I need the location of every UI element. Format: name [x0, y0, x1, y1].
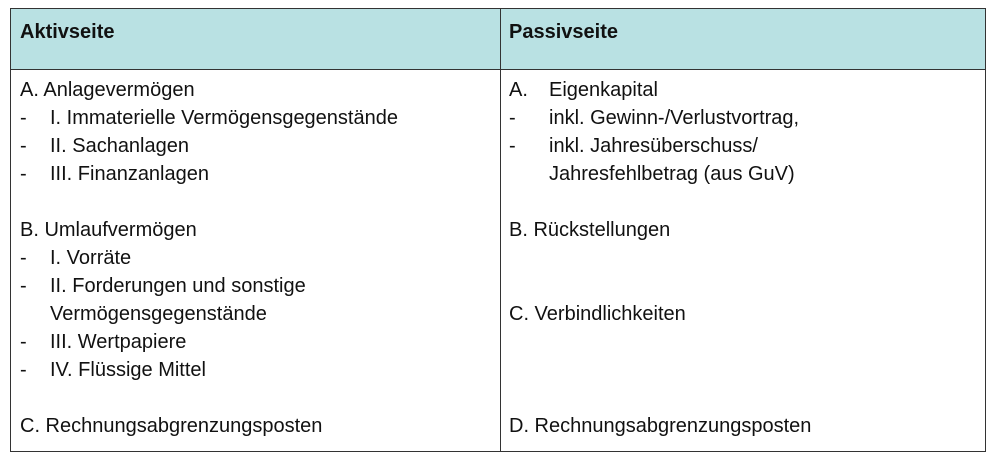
dash: - [20, 163, 27, 185]
passiv-a-letter: A. [509, 79, 528, 101]
passiv-a-item-2-line-2: Jahresfehlbetrag (aus GuV) [549, 163, 795, 185]
dash: - [509, 107, 516, 129]
passiv-column: A. Eigenkapital - inkl. Gewinn-/Verlustvor… [509, 76, 979, 440]
dash: - [20, 331, 27, 353]
table-header-row: Aktivseite Passivseite [11, 9, 985, 70]
aktiv-a-item-2: II. Sachanlagen [50, 135, 189, 157]
passiv-a-item-1: inkl. Gewinn-/Verlustvortrag, [549, 107, 800, 129]
dash: - [20, 359, 27, 381]
aktiv-a-title: A. Anlagevermögen [20, 79, 195, 101]
column-divider [500, 9, 501, 451]
dash: - [509, 135, 516, 157]
dash: - [20, 275, 27, 297]
aktiv-b-item-1: I. Vorräte [50, 247, 132, 269]
dash: - [20, 247, 27, 269]
aktiv-b-item-2-line-2: Vermögensgegenstände [50, 303, 267, 325]
passiv-d-title: D. Rechnungsabgrenzungsposten [509, 415, 812, 437]
passiv-b-title: B. Rückstellungen [509, 219, 671, 241]
dash: - [20, 107, 27, 129]
passiv-a-item-2-line-1: inkl. Jahresüberschuss/ [549, 135, 758, 157]
header-passivseite: Passivseite [509, 21, 618, 43]
aktiv-b-item-4: IV. Flüssige Mittel [50, 359, 206, 381]
aktiv-b-item-3: III. Wertpapiere [50, 331, 187, 353]
header-aktivseite: Aktivseite [20, 21, 115, 43]
aktiv-a-item-3: III. Finanzanlagen [50, 163, 209, 185]
balance-sheet-table: Aktivseite Passivseite A. Anlagevermögen… [10, 8, 986, 452]
passiv-a-title: Eigenkapital [549, 79, 658, 101]
aktiv-a-item-1: I. Immaterielle Vermögensgegenstände [50, 107, 398, 129]
dash: - [20, 135, 27, 157]
aktiv-column: A. Anlagevermögen - I. Immaterielle Vermö… [20, 76, 490, 440]
aktiv-b-item-2-line-1: II. Forderungen und sonstige [50, 275, 306, 297]
passiv-c-title: C. Verbindlichkeiten [509, 303, 686, 325]
aktiv-c-title: C. Rechnungsabgrenzungsposten [20, 415, 323, 437]
aktiv-b-title: B. Umlaufvermögen [20, 219, 197, 241]
